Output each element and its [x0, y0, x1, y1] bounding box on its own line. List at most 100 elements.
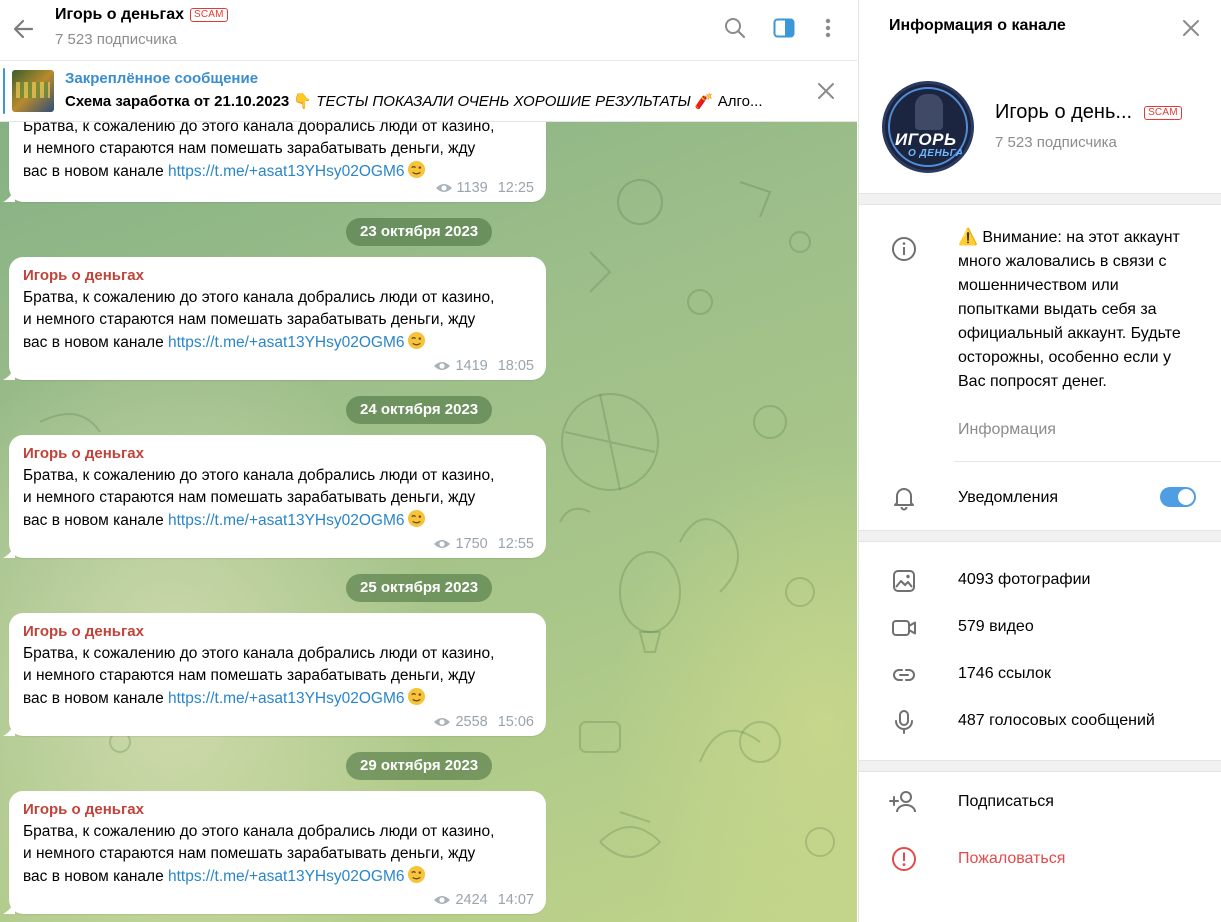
links-count: 1746 ссылок [958, 665, 1051, 682]
message-line: Братва, к сожалению до этого канала добр… [23, 289, 495, 306]
message-author[interactable]: Игорь о деньгах [23, 621, 532, 643]
message-bubble[interactable]: Игорь о деньгах Братва, к сожалению до э… [3, 613, 546, 736]
message-line-prefix: вас в новом канале [23, 690, 168, 707]
view-count: 1419 [455, 358, 488, 374]
search-icon [725, 18, 746, 39]
toggle-info-panel-button[interactable] [770, 14, 798, 42]
notifications-toggle[interactable] [1160, 487, 1196, 507]
add-user-icon [889, 791, 916, 813]
bubble-tail [3, 900, 15, 914]
avatar-text-line2: О ДЕНЬГАХ [908, 148, 971, 159]
info-panel-title: Информация о канале [889, 17, 1066, 34]
message-bubble[interactable]: Игорь о деньгах Братва, к сожалению до э… [3, 791, 546, 914]
channel-name-group: Игорь о день... SCAM [995, 101, 1182, 124]
message-meta: 2558 15:06 [433, 714, 534, 730]
message-line: и немного стараются нам помешать зарабат… [23, 311, 476, 328]
scam-warning-text: ⚠️ Внимание: на этот аккаунт много жалов… [958, 229, 1181, 390]
message-time: 14:07 [497, 892, 534, 908]
voice-messages-count: 487 голосовых сообщений [958, 712, 1155, 729]
close-icon[interactable] [1179, 16, 1203, 40]
message-line: вас в новом канале https://t.me/+asat13Y… [23, 687, 532, 710]
photo-icon [893, 570, 915, 592]
message-meta: 1750 12:55 [433, 536, 534, 552]
message-line-prefix: вас в новом канале [23, 868, 168, 885]
report-label: Пожаловаться [958, 850, 1066, 867]
more-vertical-icon [825, 18, 831, 38]
channel-name: Игорь о день... [995, 101, 1133, 123]
eye-icon [434, 718, 451, 726]
notifications-label: Уведомления [958, 489, 1059, 506]
section-divider [859, 760, 1221, 772]
message-line: и немного стараются нам помешать зарабат… [23, 489, 476, 506]
info-circle-icon [892, 237, 916, 261]
message-bubble[interactable]: Игорь о деньгах Братва, к сожалению до э… [3, 257, 546, 380]
videos-count: 579 видео [958, 618, 1034, 635]
pinned-text-tail: 🧨 Алго... [694, 93, 763, 110]
section-divider [859, 530, 1221, 542]
chat-title[interactable]: Игорь о деньгах [55, 6, 184, 24]
wink-emoji-icon [408, 160, 426, 179]
bubble-tail [3, 544, 15, 558]
message-line: и немного стараются нам помешать зарабат… [23, 667, 476, 684]
view-count: 1139 [456, 180, 488, 196]
view-count: 2558 [455, 714, 488, 730]
message-author[interactable]: Игорь о деньгах [23, 443, 532, 465]
message-meta: 1419 18:05 [433, 358, 534, 374]
message-time: 12:25 [497, 180, 534, 196]
message-time: 15:06 [497, 714, 534, 730]
pinned-text-italic: ТЕСТЫ ПОКАЗАЛИ ОЧЕНЬ ХОРОШИЕ РЕЗУЛЬТАТЫ [316, 93, 691, 110]
photos-count: 4093 фотографии [958, 571, 1091, 588]
message-time: 12:55 [497, 536, 534, 552]
close-pinned-icon[interactable] [815, 80, 837, 102]
channel-info-panel: Информация о канале ИГОРЬ О ДЕНЬГАХ Игор… [858, 0, 1221, 922]
message-link[interactable]: https://t.me/+asat13YHsy02OGM6 [168, 334, 404, 351]
scam-badge: SCAM [1144, 105, 1182, 120]
message-line-prefix: вас в новом канале [23, 512, 168, 529]
message-link[interactable]: https://t.me/+asat13YHsy02OGM6 [168, 512, 404, 529]
channel-subscriber-count: 7 523 подписчика [995, 134, 1117, 151]
message-text: Братва, к сожалению до этого канала добр… [23, 643, 532, 710]
chat-title-group[interactable]: Игорь о деньгах SCAM [55, 6, 228, 24]
message-meta: 1139 12:25 [435, 180, 534, 196]
scam-badge: SCAM [190, 8, 228, 22]
message-text: Братва, к сожалению до этого канала добр… [23, 821, 532, 888]
avatar-text-line1: ИГОРЬ [895, 130, 957, 149]
message-bubble[interactable]: Игорь о деньгах Братва, к сожалению до э… [3, 435, 546, 558]
message-link[interactable]: https://t.me/+asat13YHsy02OGM6 [168, 690, 404, 707]
section-divider [859, 193, 1221, 205]
video-icon [892, 620, 916, 636]
message-line: вас в новом канале https://t.me/+asat13Y… [23, 509, 532, 532]
view-count: 2424 [455, 892, 488, 908]
date-separator: 24 октября 2023 [346, 396, 493, 424]
wink-emoji-icon [408, 865, 426, 884]
message-line: Братва, к сожалению до этого канала добр… [23, 645, 495, 662]
message-line-prefix: вас в новом канале [23, 163, 168, 180]
channel-avatar[interactable]: ИГОРЬ О ДЕНЬГАХ [882, 81, 974, 173]
pinned-indicator [3, 68, 5, 114]
bubble-tail [3, 722, 15, 736]
eye-icon [434, 540, 451, 548]
message-text: Братва, к сожалению до этого канала добр… [23, 116, 532, 183]
message-link[interactable]: https://t.me/+asat13YHsy02OGM6 [168, 163, 404, 180]
message-author[interactable]: Игорь о деньгах [23, 799, 532, 821]
search-button[interactable] [721, 14, 749, 42]
message-line: и немного стараются нам помешать зарабат… [23, 140, 476, 157]
scam-warning-label: Информация [958, 421, 1056, 438]
message-link[interactable]: https://t.me/+asat13YHsy02OGM6 [168, 868, 404, 885]
sidebar-toggle-icon [773, 18, 795, 38]
pinned-label: Закреплённое сообщение [65, 70, 259, 87]
eye-icon [435, 184, 452, 192]
date-separator: 25 октября 2023 [346, 574, 493, 602]
message-line: вас в новом канале https://t.me/+asat13Y… [23, 865, 532, 888]
chat-header: Игорь о деньгах SCAM 7 523 подписчика [0, 0, 857, 61]
date-separator: 23 октября 2023 [346, 218, 493, 246]
subscribe-label: Подписаться [958, 793, 1054, 810]
message-meta: 2424 14:07 [433, 892, 534, 908]
message-author[interactable]: Игорь о деньгах [23, 265, 532, 287]
report-icon [892, 847, 916, 871]
pinned-message-bar[interactable]: Закреплённое сообщение Схема заработка о… [0, 62, 857, 122]
back-arrow-icon[interactable] [10, 15, 38, 43]
more-menu-button[interactable] [814, 14, 842, 42]
date-separator: 29 октября 2023 [346, 752, 493, 780]
message-line: Братва, к сожалению до этого канала добр… [23, 467, 495, 484]
